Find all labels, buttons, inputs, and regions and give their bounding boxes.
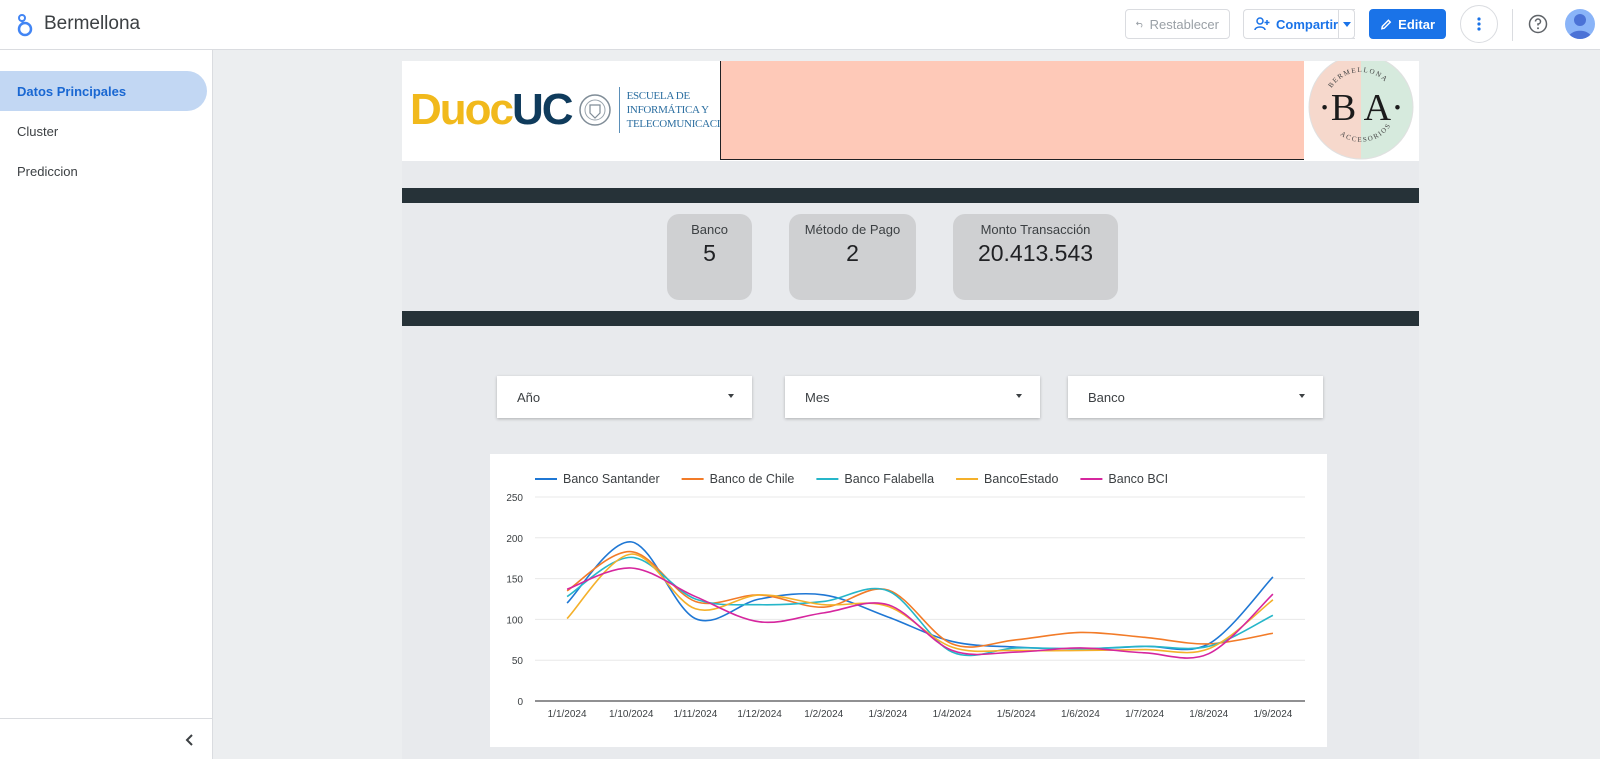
y-tick-label: 250 bbox=[506, 493, 523, 504]
filter-label: Año bbox=[517, 389, 541, 405]
nav-item-cluster[interactable]: Cluster bbox=[0, 111, 207, 151]
uc-seal-icon bbox=[578, 94, 611, 126]
chevron-left-icon[interactable] bbox=[183, 733, 197, 747]
app-title: Bermellona bbox=[44, 13, 141, 34]
caret-down-icon bbox=[728, 394, 734, 398]
x-tick-label: 1/12/2024 bbox=[737, 709, 782, 720]
filter-label: Banco bbox=[1088, 389, 1125, 405]
series-line bbox=[566, 541, 1274, 651]
caret-down-icon bbox=[1299, 394, 1305, 398]
edit-button[interactable]: Editar bbox=[1369, 9, 1446, 39]
help-icon[interactable] bbox=[1528, 14, 1548, 34]
legend-label: Banco BCI bbox=[1108, 472, 1168, 486]
filter-mes-dropdown[interactable]: Mes bbox=[785, 376, 1040, 418]
sidebar-footer bbox=[0, 718, 212, 759]
nav-item-label: Datos Principales bbox=[17, 83, 127, 99]
pencil-icon bbox=[1380, 18, 1392, 30]
legend-label: BancoEstado bbox=[984, 472, 1058, 486]
undo-icon bbox=[1136, 21, 1143, 28]
more-vert-icon bbox=[1477, 17, 1481, 31]
x-tick-label: 1/3/2024 bbox=[868, 709, 907, 720]
bermellona-seal-icon: BERMELLONA ·B A· ACCESORIOS bbox=[1308, 61, 1414, 160]
top-bar: Bermellona Restablecer Compartir Editar bbox=[0, 0, 1600, 50]
looker-studio-logo-icon[interactable] bbox=[14, 12, 36, 38]
header-color-block bbox=[720, 61, 1304, 160]
page-navigation: Datos Principales Cluster Prediccion bbox=[0, 50, 213, 759]
caret-down-icon bbox=[1342, 21, 1351, 27]
x-tick-label: 1/7/2024 bbox=[1125, 709, 1164, 720]
x-tick-label: 1/11/2024 bbox=[674, 709, 718, 720]
y-tick-label: 0 bbox=[517, 697, 523, 708]
kpi-card-monto-transaccion[interactable]: Monto Transacción 20.413.543 bbox=[953, 214, 1118, 300]
account-avatar[interactable] bbox=[1565, 9, 1595, 39]
legend-label: Banco Falabella bbox=[844, 472, 934, 486]
kpi-label: Monto Transacción bbox=[980, 222, 1091, 237]
toolbar-divider bbox=[1512, 9, 1513, 41]
duoc-uc-logo: DuocUC Escuela de Informática y Telecomu… bbox=[410, 83, 748, 137]
x-tick-label: 1/9/2024 bbox=[1253, 709, 1292, 720]
add-person-icon bbox=[1254, 17, 1270, 31]
caret-down-icon bbox=[1016, 394, 1022, 398]
x-tick-label: 1/4/2024 bbox=[933, 709, 972, 720]
nav-item-label: Prediccion bbox=[17, 163, 78, 179]
nav-item-prediccion[interactable]: Prediccion bbox=[0, 151, 207, 191]
y-tick-label: 150 bbox=[506, 575, 523, 586]
x-tick-label: 1/5/2024 bbox=[997, 709, 1036, 720]
duoc-brand-text: Duoc bbox=[410, 85, 514, 134]
kpi-value: 2 bbox=[846, 240, 859, 266]
report-canvas: DuocUC Escuela de Informática y Telecomu… bbox=[402, 61, 1419, 759]
kpi-value: 5 bbox=[703, 240, 716, 266]
divider-band-bottom bbox=[402, 311, 1419, 326]
kpi-value: 20.413.543 bbox=[977, 240, 1094, 266]
legend-label: Banco de Chile bbox=[710, 472, 795, 486]
uc-brand-text: UC bbox=[512, 85, 574, 134]
x-tick-label: 1/1/2024 bbox=[548, 709, 587, 720]
share-label: Compartir bbox=[1276, 16, 1339, 32]
kpi-label: Método de Pago bbox=[804, 222, 901, 237]
divider-band-top bbox=[402, 188, 1419, 203]
x-tick-label: 1/8/2024 bbox=[1189, 709, 1228, 720]
series-line bbox=[566, 553, 1274, 654]
kpi-card-metodo-pago[interactable]: Método de Pago 2 bbox=[789, 214, 916, 300]
filter-ano-dropdown[interactable]: Año bbox=[497, 376, 752, 418]
kpi-card-banco[interactable]: Banco 5 bbox=[667, 214, 752, 300]
line-chart[interactable]: 0 50 100 150 200 250 1/1/2024 1/10/2024 1/11/202… bbox=[490, 454, 1327, 747]
y-tick-label: 100 bbox=[506, 615, 523, 626]
filter-label: Mes bbox=[805, 389, 830, 405]
share-options-button[interactable] bbox=[1338, 9, 1355, 39]
reset-button[interactable]: Restablecer bbox=[1125, 9, 1230, 39]
line-chart-card[interactable]: 0 50 100 150 200 250 1/1/2024 1/10/2024 1/11/202… bbox=[490, 454, 1327, 747]
nav-item-label: Cluster bbox=[17, 123, 59, 139]
brand-monogram: ·B A· bbox=[1318, 87, 1404, 129]
legend-label: Banco Santander bbox=[563, 472, 660, 486]
edit-label: Editar bbox=[1398, 16, 1435, 32]
report-header: DuocUC Escuela de Informática y Telecomu… bbox=[402, 61, 1419, 161]
y-tick-label: 200 bbox=[506, 534, 523, 545]
filter-banco-dropdown[interactable]: Banco bbox=[1068, 376, 1323, 418]
y-tick-label: 50 bbox=[512, 656, 524, 667]
x-tick-label: 1/6/2024 bbox=[1061, 709, 1100, 720]
x-tick-label: 1/10/2024 bbox=[609, 709, 654, 720]
reset-label: Restablecer bbox=[1149, 16, 1219, 32]
kpi-label: Banco bbox=[691, 222, 728, 237]
x-tick-label: 1/2/2024 bbox=[804, 709, 843, 720]
more-options-button[interactable] bbox=[1460, 5, 1498, 43]
series-line bbox=[566, 550, 1274, 648]
logo-divider bbox=[618, 87, 620, 133]
bermellona-logo: BERMELLONA ·B A· ACCESORIOS bbox=[1304, 61, 1419, 161]
nav-item-datos-principales[interactable]: Datos Principales bbox=[0, 71, 207, 111]
series-line bbox=[566, 567, 1274, 659]
person-icon bbox=[1568, 14, 1592, 39]
